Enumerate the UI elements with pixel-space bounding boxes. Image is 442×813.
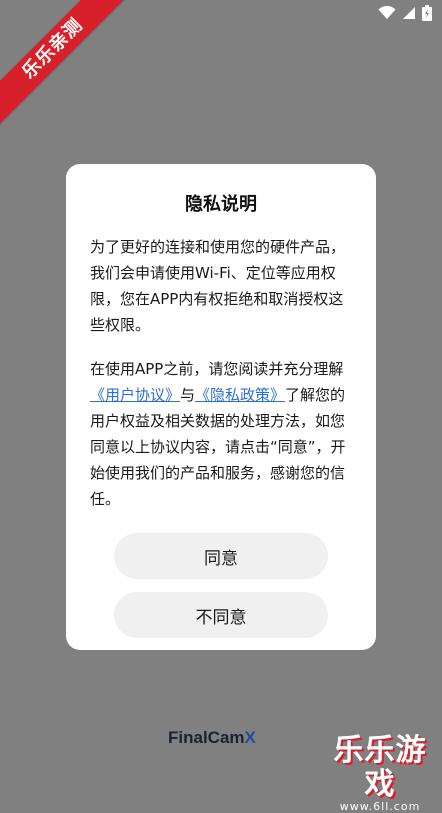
wifi-icon — [378, 6, 396, 20]
site-watermark: 乐乐游戏 www.6ll.com — [324, 734, 436, 813]
watermark-url: www.6ll.com — [339, 800, 421, 813]
agreement-paragraph: 在使用APP之前，请您阅读并充分理解《用户协议》与《隐私政策》了解您的用户权益及… — [90, 356, 358, 512]
permission-paragraph: 为了更好的连接和使用您的硬件产品，我们会申请使用Wi-Fi、定位等应用权限，您在… — [90, 238, 346, 334]
agreement-text-before: 在使用APP之前，请您阅读并充分理解 — [90, 360, 344, 378]
app-logo-accent: X — [244, 728, 256, 747]
battery-charging-icon — [422, 5, 432, 21]
user-agreement-link[interactable]: 《用户协议》 — [90, 386, 180, 404]
agreement-text-and: 与 — [180, 386, 196, 404]
promo-ribbon-text: 乐乐亲测 — [0, 0, 138, 134]
app-logo: FinalCamX — [168, 728, 256, 748]
dialog-title: 隐私说明 — [185, 194, 257, 215]
privacy-policy-link[interactable]: 《隐私政策》 — [195, 386, 285, 404]
signal-icon — [402, 6, 416, 20]
app-logo-main: FinalCam — [168, 728, 245, 747]
privacy-dialog: 隐私说明 为了更好的连接和使用您的硬件产品，我们会申请使用Wi-Fi、定位等应用… — [66, 164, 376, 650]
watermark-title: 乐乐游戏 — [333, 733, 427, 802]
disagree-button[interactable]: 不同意 — [114, 592, 328, 638]
agree-button[interactable]: 同意 — [114, 533, 328, 579]
agreement-text-after: 了解您的用户权益及相关数据的处理方法，如您同意以上协议内容，请点击“同意”，开始… — [90, 386, 346, 508]
dialog-body: 为了更好的连接和使用您的硬件产品，我们会申请使用Wi-Fi、定位等应用权限，您在… — [90, 234, 358, 512]
promo-ribbon: 乐乐亲测 — [0, 0, 140, 140]
